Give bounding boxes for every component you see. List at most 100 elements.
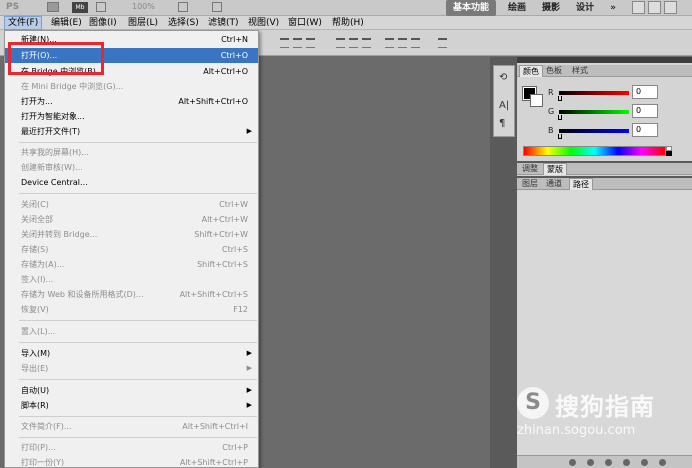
align-bottom-icon[interactable] <box>306 38 315 48</box>
menu-item-browse-mini-bridge[interactable]: 在 Mini Bridge 中浏览(G)... <box>5 79 258 94</box>
menu-help[interactable]: 帮助(H) <box>329 16 367 30</box>
menu-item-open-as-smart-object[interactable]: 打开为智能对象... <box>5 109 258 124</box>
maximize-button[interactable] <box>648 1 661 14</box>
fill-path-icon[interactable] <box>569 459 576 466</box>
menu-view[interactable]: 视图(V) <box>245 16 282 30</box>
launch-bridge-icon[interactable] <box>47 2 59 12</box>
menu-file[interactable]: 文件(F) <box>4 16 43 30</box>
view-extras-icon[interactable] <box>96 2 106 12</box>
menu-separator <box>19 193 257 194</box>
menu-item-create-review[interactable]: 创建新审核(W)... <box>5 160 258 175</box>
screen-mode-icon[interactable] <box>212 2 222 12</box>
menu-window[interactable]: 窗口(W) <box>285 16 325 30</box>
submenu-arrow-icon: ▶ <box>246 401 252 409</box>
minimize-button[interactable] <box>632 1 645 14</box>
red-slider[interactable] <box>559 91 629 95</box>
blue-slider-thumb[interactable] <box>558 134 562 139</box>
menu-item-save-for-web[interactable]: 存储为 Web 和设备所用格式(D)... Alt+Shift+Ctrl+S <box>5 287 258 302</box>
menu-item-label: 导出(E) <box>21 364 49 373</box>
red-value-field[interactable]: 0 <box>632 85 658 99</box>
green-slider[interactable] <box>559 110 629 114</box>
history-panel-icon[interactable]: ⟲ <box>499 72 507 83</box>
menu-item-new[interactable]: 新建(N)... Ctrl+N <box>5 32 258 47</box>
menu-item-revert[interactable]: 恢复(V) F12 <box>5 302 258 317</box>
workspace-design-button[interactable]: 设计 <box>572 0 598 16</box>
distribute-middle-icon[interactable] <box>349 38 358 48</box>
menu-item-device-central[interactable]: Device Central... <box>5 175 258 190</box>
menu-item-place[interactable]: 置入(L)... <box>5 324 258 339</box>
tab-paths[interactable]: 路径 <box>569 178 593 190</box>
mini-bridge-button[interactable]: Mb <box>72 2 88 13</box>
stroke-path-icon[interactable] <box>587 459 594 466</box>
green-value-field[interactable]: 0 <box>632 104 658 118</box>
tab-color[interactable]: 颜色 <box>519 65 543 77</box>
tab-adjustments[interactable]: 调整 <box>519 163 541 175</box>
menu-item-label: 创建新审核(W)... <box>21 163 83 172</box>
menu-item-label: 在 Mini Bridge 中浏览(G)... <box>21 82 124 91</box>
tab-masks[interactable]: 蒙版 <box>543 163 567 175</box>
paths-panel-footer <box>517 455 692 468</box>
delete-path-icon[interactable] <box>659 459 666 466</box>
paragraph-panel-icon[interactable]: ¶ <box>499 118 505 129</box>
color-spectrum-ramp[interactable] <box>523 146 666 156</box>
character-panel-icon[interactable]: A| <box>499 100 509 111</box>
arrange-documents-icon[interactable] <box>178 2 188 12</box>
menu-item-scripts[interactable]: 脚本(R) ▶ <box>5 398 258 413</box>
menu-item-label: 打开为... <box>21 97 53 106</box>
workspace-essentials-button[interactable]: 基本功能 <box>446 0 496 16</box>
red-slider-thumb[interactable] <box>558 96 562 101</box>
menu-item-shortcut: Alt+Shift+Ctrl+S <box>179 290 248 299</box>
background-color-swatch[interactable] <box>530 94 543 107</box>
menu-item-print-one-copy[interactable]: 打印一份(Y) Alt+Shift+Ctrl+P <box>5 455 258 468</box>
tab-swatches[interactable]: 色板 <box>543 65 565 77</box>
tab-layers[interactable]: 图层 <box>519 178 541 190</box>
menu-item-open-as[interactable]: 打开为... Alt+Shift+Ctrl+O <box>5 94 258 109</box>
menu-item-share-screen[interactable]: 共享我的屏幕(H)... <box>5 145 258 160</box>
menu-item-close-go-bridge[interactable]: 关闭并转到 Bridge... Shift+Ctrl+W <box>5 227 258 242</box>
menu-item-label: 新建(N)... <box>21 35 57 44</box>
make-work-path-icon[interactable] <box>623 459 630 466</box>
menu-item-import[interactable]: 导入(M) ▶ <box>5 346 258 361</box>
tab-styles[interactable]: 样式 <box>569 65 591 77</box>
menu-item-close-all[interactable]: 关闭全部 Alt+Ctrl+W <box>5 212 258 227</box>
more-workspaces-button[interactable]: » <box>606 0 620 16</box>
menu-item-automate[interactable]: 自动(U) ▶ <box>5 383 258 398</box>
menu-item-file-info[interactable]: 文件简介(F)... Alt+Shift+Ctrl+I <box>5 419 258 434</box>
menu-item-open[interactable]: 打开(O)... Ctrl+O <box>5 48 258 63</box>
black-swatch[interactable] <box>666 151 672 156</box>
menu-filter[interactable]: 滤镜(T) <box>205 16 242 30</box>
load-selection-icon[interactable] <box>605 459 612 466</box>
blue-slider[interactable] <box>559 129 629 133</box>
menu-item-print[interactable]: 打印(P)... Ctrl+P <box>5 440 258 455</box>
menu-item-save-as[interactable]: 存储为(A)... Shift+Ctrl+S <box>5 257 258 272</box>
align-middle-icon[interactable] <box>293 38 302 48</box>
menu-item-label: 存储为 Web 和设备所用格式(D)... <box>21 290 144 299</box>
new-path-icon[interactable] <box>641 459 648 466</box>
distribute-bottom-icon[interactable] <box>362 38 371 48</box>
workspace-photography-button[interactable]: 摄影 <box>538 0 564 16</box>
menu-item-browse-bridge[interactable]: 在 Bridge 中浏览(B)... Alt+Ctrl+O <box>5 64 258 79</box>
distribute-center-icon[interactable] <box>398 38 407 48</box>
green-slider-thumb[interactable] <box>558 115 562 120</box>
workspace-painting-button[interactable]: 绘画 <box>504 0 530 16</box>
menu-item-close[interactable]: 关闭(C) Ctrl+W <box>5 197 258 212</box>
blue-value-field[interactable]: 0 <box>632 123 658 137</box>
distribute-right-icon[interactable] <box>411 38 420 48</box>
menu-item-export[interactable]: 导出(E) ▶ <box>5 361 258 376</box>
menu-edit[interactable]: 编辑(E) <box>48 16 85 30</box>
auto-align-icon[interactable] <box>438 38 447 48</box>
menu-item-recent-files[interactable]: 最近打开文件(T) ▶ <box>5 124 258 139</box>
zoom-level[interactable]: 100% <box>132 2 155 13</box>
menu-item-save[interactable]: 存储(S) Ctrl+S <box>5 242 258 257</box>
menu-select[interactable]: 选择(S) <box>165 16 202 30</box>
paths-list[interactable] <box>517 191 692 455</box>
distribute-left-icon[interactable] <box>385 38 394 48</box>
menu-item-label: 打开为智能对象... <box>21 112 85 121</box>
distribute-top-icon[interactable] <box>336 38 345 48</box>
close-button[interactable] <box>664 1 677 14</box>
tab-channels[interactable]: 通道 <box>543 178 565 190</box>
align-top-icon[interactable] <box>280 38 289 48</box>
menu-item-check-in[interactable]: 签入(I)... <box>5 272 258 287</box>
menu-layer[interactable]: 图层(L) <box>125 16 161 30</box>
menu-image[interactable]: 图像(I) <box>86 16 120 30</box>
